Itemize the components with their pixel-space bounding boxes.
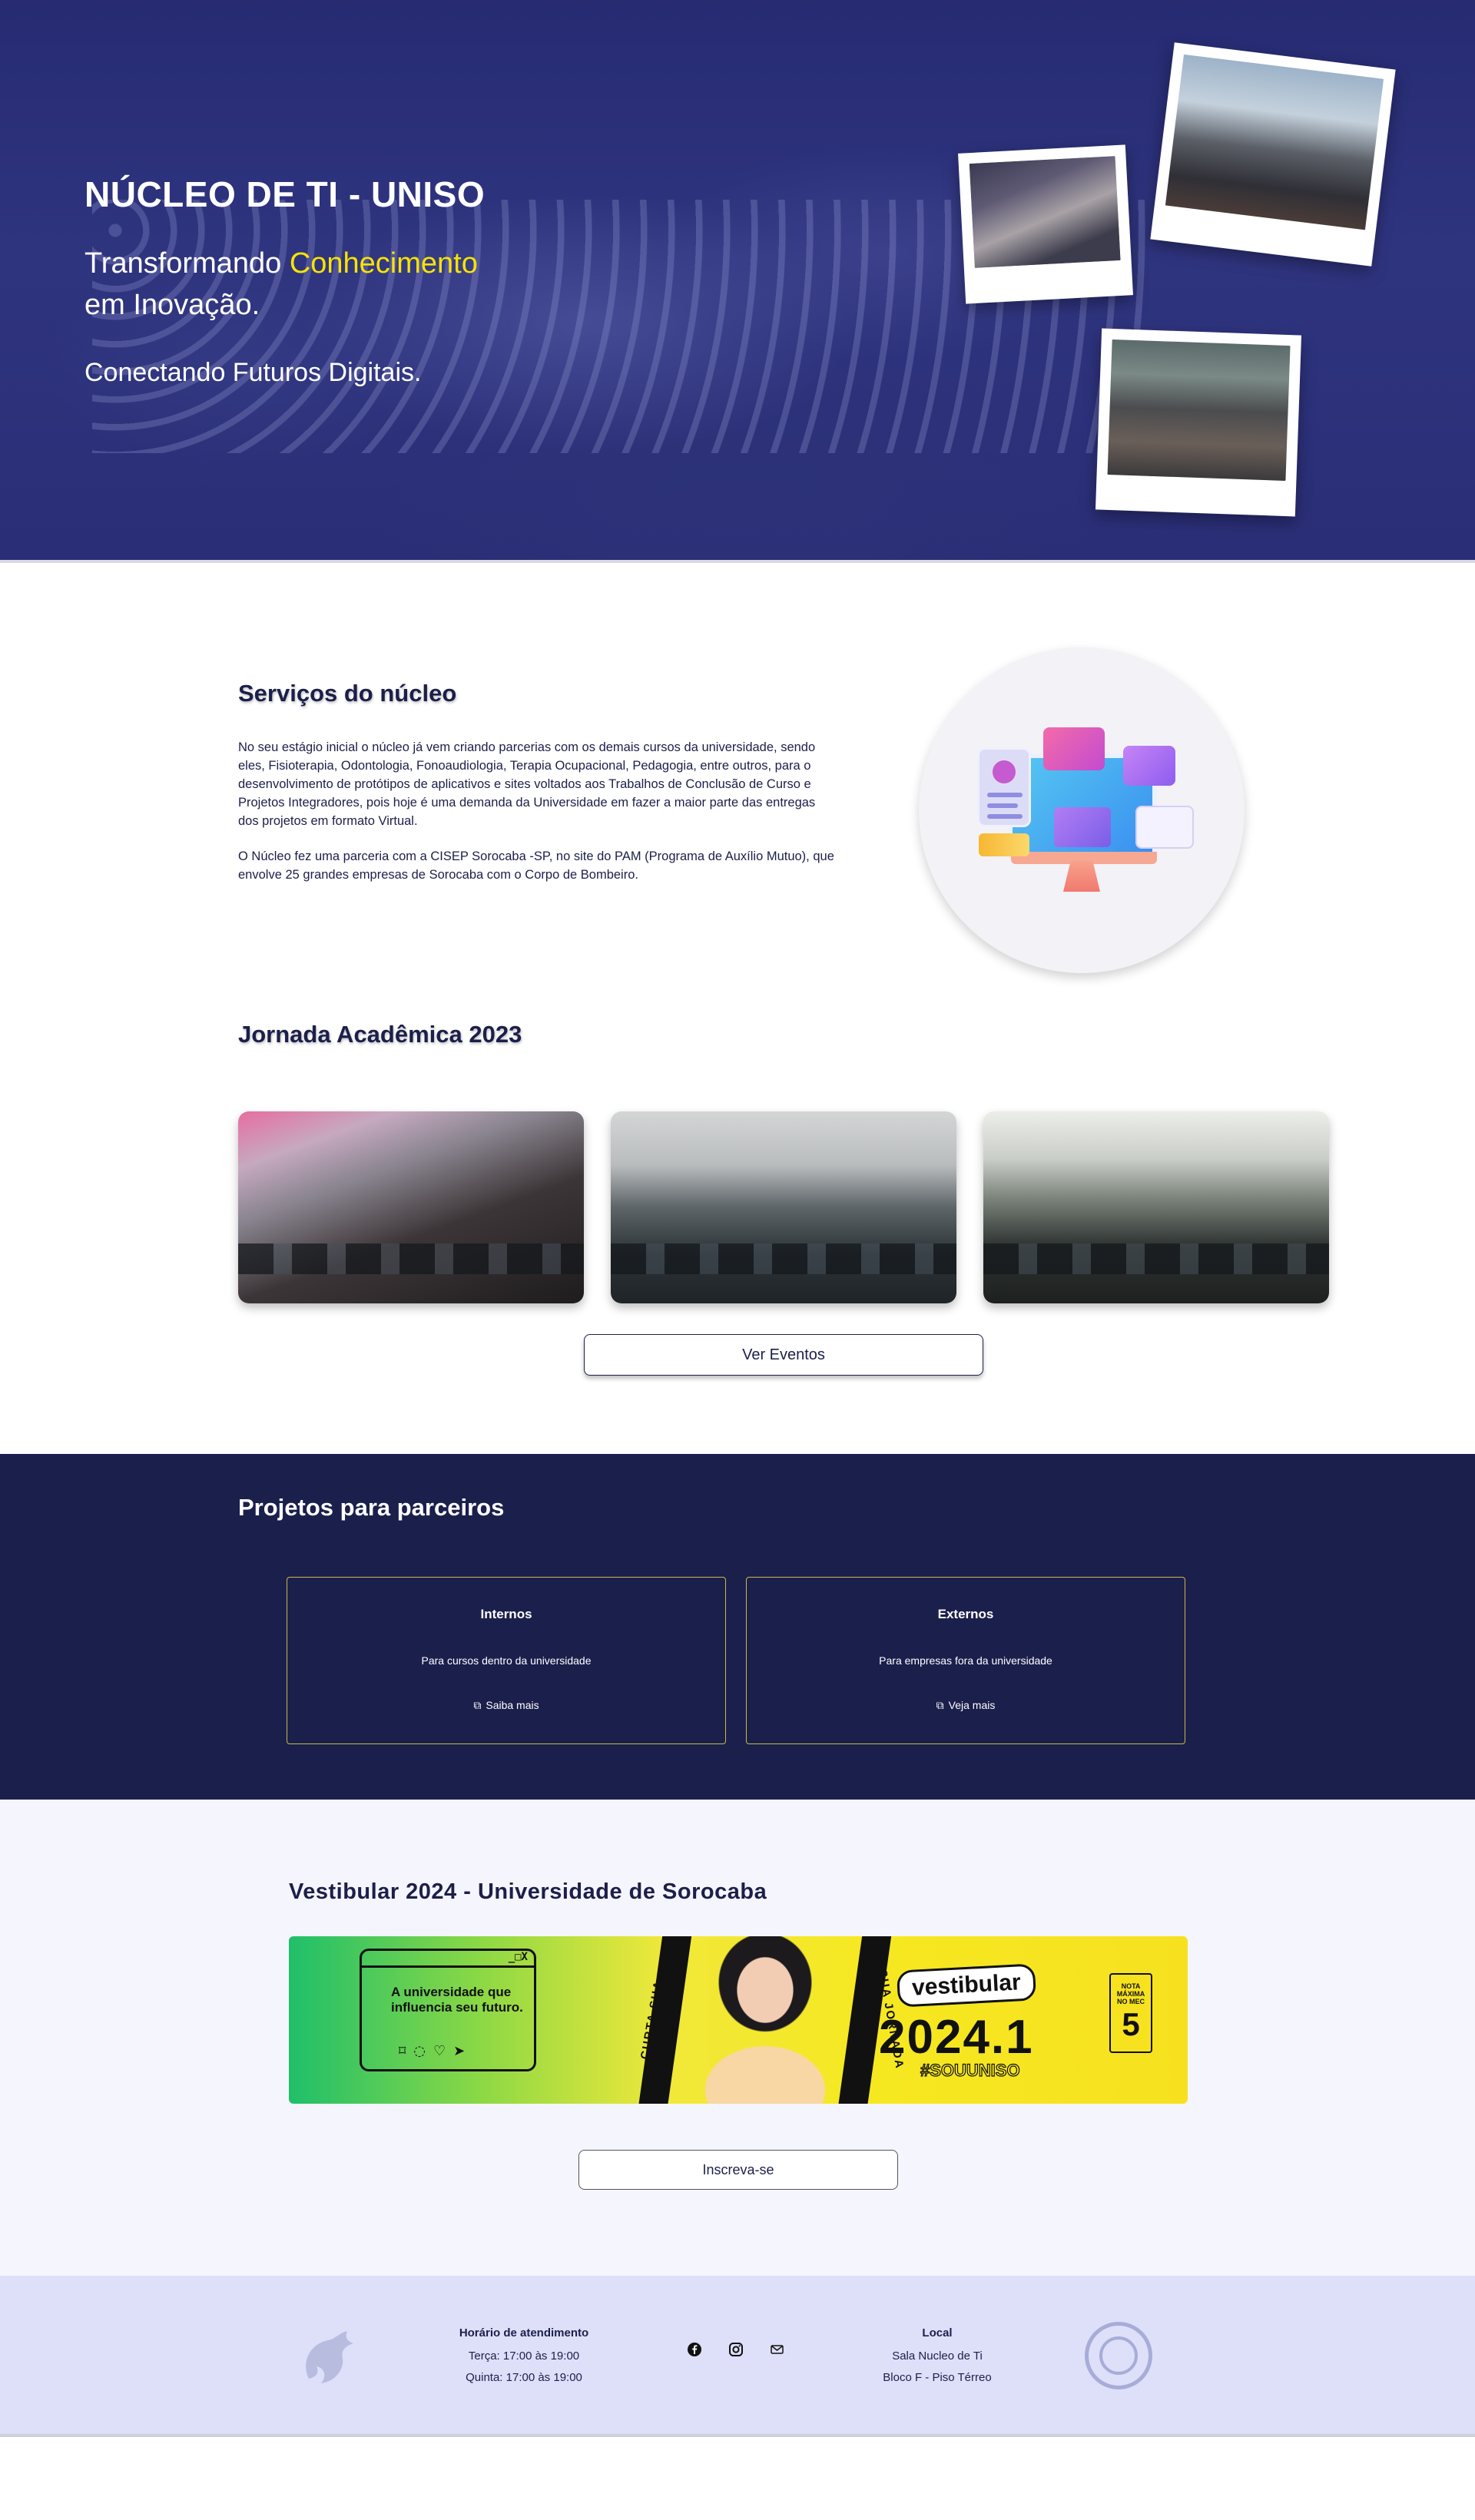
image-card-illustration (1054, 807, 1111, 847)
projeto-card-title: Internos (480, 1607, 532, 1621)
facebook-icon[interactable] (685, 2340, 704, 2359)
polaroid-image-2 (1165, 54, 1384, 230)
polaroid-image-3 (1107, 339, 1291, 482)
services-title: Serviços do núcleo (238, 680, 457, 707)
banner-nota-value: 5 (1122, 2006, 1140, 2042)
polaroid-image-1 (969, 156, 1121, 268)
projeto-card-title: Externos (937, 1607, 994, 1621)
vestibular-section: Vestibular 2024 - Universidade de Soroca… (0, 1800, 1475, 2276)
banner-year: 2024.1 (879, 2011, 1034, 2064)
footer-hours: Horário de atendimento Terça: 17:00 às 1… (430, 2326, 618, 2389)
profile-avatar-icon (993, 760, 1016, 783)
polaroid-photo-3 (1095, 328, 1302, 517)
footer-local-line: Bloco F - Piso Térreo (883, 2371, 992, 2384)
banner-person-photo (688, 1936, 842, 2104)
banner-message: A universidade que influencia seu futuro… (391, 1985, 523, 2015)
saiba-mais-link[interactable]: ⧉ Saiba mais (287, 1699, 725, 1712)
banner-nota-label: NOTA MÁXIMA NO MEC (1116, 1982, 1145, 2005)
hero-tagline: Transformando Conhecimento em Inovação. (85, 243, 478, 326)
footer-hours-line: Quinta: 17:00 às 19:00 (466, 2371, 582, 2384)
banner-window-controls: _□X (362, 1951, 534, 1968)
dragon-logo-icon (306, 2331, 353, 2383)
hero-title: NÚCLEO DE TI - UNISO (85, 174, 486, 214)
instagram-icon[interactable] (727, 2340, 745, 2359)
footer-local-line: Sala Nucleo de Ti (892, 2349, 983, 2363)
veja-mais-label: Veja mais (948, 1699, 996, 1711)
email-icon[interactable] (768, 2340, 787, 2359)
hero-tagline-post: em Inovação. (85, 289, 260, 321)
rating-card-illustration (1043, 727, 1105, 770)
hero-tagline-pre: Transformando (85, 247, 290, 280)
page-bottom-spacer (0, 2437, 1475, 2483)
profile-card-illustration (977, 747, 1031, 827)
banner-vestibular-badge: vestibular (896, 1963, 1036, 2008)
footer-hours-title: Horário de atendimento (459, 2326, 589, 2340)
uniso-logo-icon (1085, 2322, 1152, 2389)
projetos-title: Projetos para parceiros (238, 1494, 505, 1521)
projeto-card-internos: Internos Para cursos dentro da universid… (287, 1577, 726, 1744)
saiba-mais-label: Saiba mais (486, 1699, 539, 1711)
banner-nota-badge: NOTA MÁXIMA NO MEC 5 (1109, 1973, 1152, 2053)
polaroid-photo-1 (958, 144, 1133, 304)
projeto-card-description: Para cursos dentro da universidade (421, 1654, 592, 1667)
footer-social-links (685, 2340, 787, 2359)
projetos-section: Projetos para parceiros Internos Para cu… (0, 1454, 1475, 1800)
hero-section: NÚCLEO DE TI - UNISO Transformando Conhe… (0, 0, 1475, 563)
vestibular-title: Vestibular 2024 - Universidade de Soroca… (289, 1879, 767, 1904)
footer-local-title: Local (922, 2326, 953, 2340)
jornada-section: Jornada Acadêmica 2023 Ver Eventos (0, 1021, 1475, 1454)
projeto-card-externos: Externos Para empresas fora da universid… (746, 1577, 1185, 1744)
services-paragraph-1: No seu estágio inicial o núcleo já vem c… (238, 740, 816, 828)
footer-hours-line: Terça: 17:00 às 19:00 (468, 2349, 580, 2363)
banner-hashtag: #SOUUNISO (920, 2060, 1020, 2080)
jornada-photo-1 (238, 1111, 584, 1303)
services-text: No seu estágio inicial o núcleo já vem c… (238, 738, 837, 884)
chart-card-illustration (1135, 806, 1194, 849)
ver-eventos-button[interactable]: Ver Eventos (584, 1334, 983, 1376)
footer-location: Local Sala Nucleo de Ti Bloco F - Piso T… (845, 2326, 1029, 2389)
external-link-icon: ⧉ (473, 1699, 482, 1711)
text-card-illustration (1123, 746, 1175, 786)
banner-social-icons: ⌑◌♡➤ (399, 2043, 473, 2059)
hero-subtagline: Conectando Futuros Digitais. (85, 358, 422, 387)
tag-card-illustration (979, 833, 1029, 856)
vestibular-banner[interactable]: _□X A universidade que influencia seu fu… (289, 1936, 1188, 2104)
footer: Horário de atendimento Terça: 17:00 às 1… (0, 2276, 1475, 2437)
external-link-icon: ⧉ (936, 1699, 944, 1711)
inscreva-se-button[interactable]: Inscreva-se (578, 2150, 898, 2190)
hero-tagline-highlight: Conhecimento (289, 247, 478, 280)
veja-mais-link[interactable]: ⧉ Veja mais (747, 1699, 1185, 1712)
services-paragraph-2: O Núcleo fez uma parceria com a CISEP So… (238, 849, 834, 882)
services-section: Serviços do núcleo No seu estágio inicia… (0, 563, 1475, 1024)
projeto-card-description: Para empresas fora da universidade (879, 1654, 1052, 1667)
jornada-photo-3 (983, 1111, 1329, 1303)
jornada-photo-2 (611, 1111, 956, 1303)
banner-window-box: _□X A universidade que influencia seu fu… (360, 1949, 536, 2071)
jornada-title: Jornada Acadêmica 2023 (238, 1021, 522, 1048)
polaroid-photo-2 (1150, 42, 1396, 267)
banner-stripe-left (635, 1936, 694, 2104)
